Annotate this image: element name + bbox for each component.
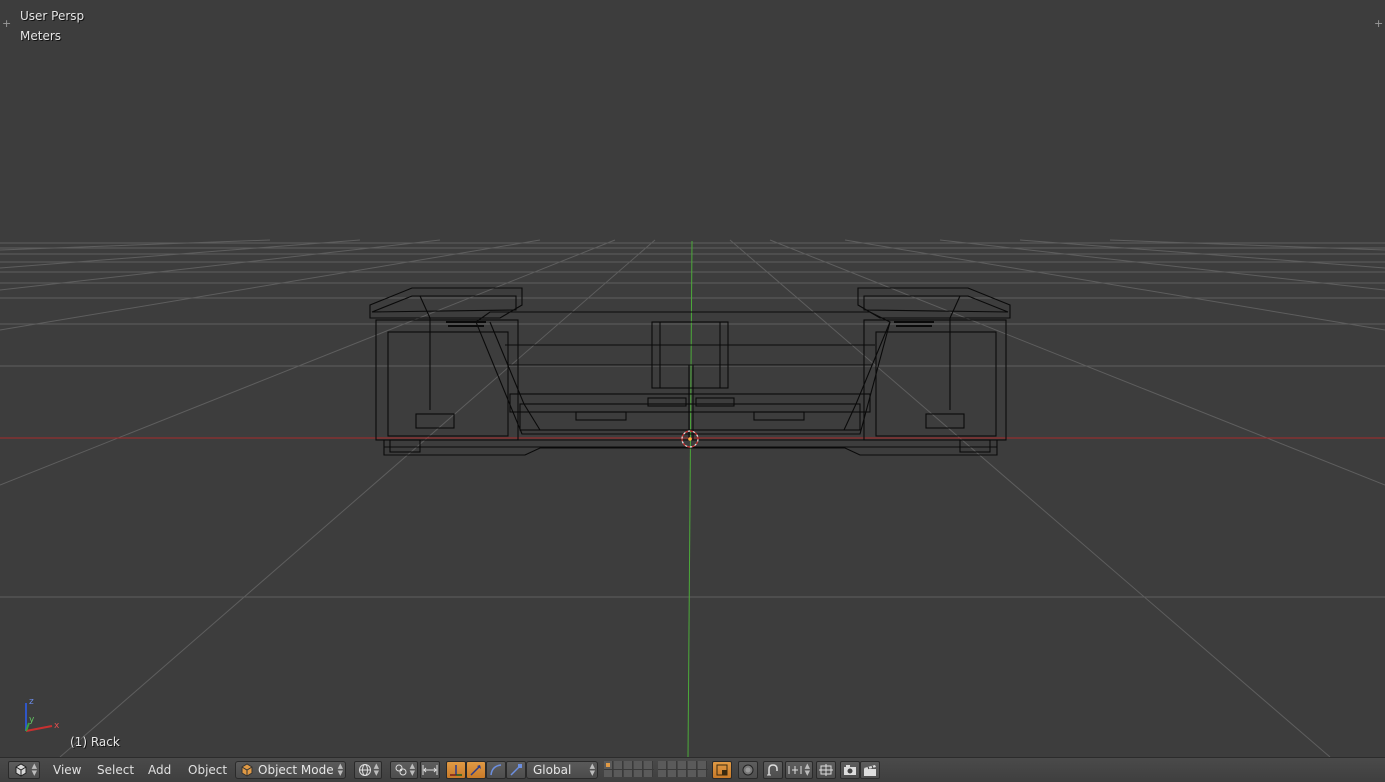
transform-orientation-value: Global [533, 763, 572, 777]
floor-grid [0, 239, 1385, 757]
viewport-header: ▲ ▼ View Select Add Object Object Mode ▲ ▼… [0, 757, 1385, 782]
render-opengl-icon [844, 765, 856, 775]
snap-element-button[interactable] [816, 761, 836, 779]
editor-type-button[interactable]: ▲ ▼ [8, 761, 40, 779]
rack-wireframe [369, 287, 1011, 456]
lock-camera-icon [716, 764, 728, 776]
snap-icon [767, 764, 778, 776]
manipulator-toggle-icon [422, 765, 438, 775]
y-axis-line [687, 240, 693, 757]
3d-viewport[interactable]: z y x User Persp Meters (1) Rack + + [0, 0, 1385, 757]
scale-manipulator-icon [510, 764, 522, 776]
axis-gizmo: z y x [25, 697, 60, 732]
render-animation-button[interactable] [860, 761, 880, 779]
area-split-plus-icon[interactable]: + [1374, 18, 1383, 29]
view-menu[interactable]: View [53, 762, 81, 779]
snap-element-icon [819, 764, 833, 776]
rotate-arc-button[interactable] [486, 761, 506, 779]
object-menu[interactable]: Object [188, 762, 227, 779]
editor-type-icon [15, 763, 27, 777]
render-opengl-button[interactable] [840, 761, 860, 779]
rotate-arc-icon [490, 764, 502, 776]
active-object-label: (1) Rack [70, 735, 120, 749]
rotate-manipulator-button[interactable] [466, 761, 486, 779]
area-split-plus-icon[interactable]: + [2, 18, 11, 29]
cube-icon [241, 763, 253, 777]
active-layer-dot-icon [606, 763, 610, 767]
axis-label-y: y [29, 715, 35, 725]
add-menu[interactable]: Add [148, 762, 171, 779]
mode-select-value: Object Mode [258, 763, 334, 777]
axis-label-x: x [54, 721, 60, 731]
rotate-manipulator-icon [470, 765, 481, 776]
viewport-shading-icon [359, 764, 371, 776]
translate-manipulator-button[interactable] [446, 761, 466, 779]
layers-divider [604, 769, 654, 770]
layers-divider [658, 769, 708, 770]
viewport-scene: z y x [0, 239, 1385, 757]
view-name-label: User Persp [20, 9, 85, 23]
mode-select[interactable]: Object Mode ▲ ▼ [235, 761, 346, 779]
proportional-edit-button[interactable] [738, 761, 758, 779]
layers-group-right [658, 761, 708, 779]
select-menu[interactable]: Select [97, 762, 134, 779]
snap-target-icon [788, 766, 802, 774]
lock-camera-button[interactable] [712, 761, 732, 779]
axis-label-z: z [29, 697, 34, 707]
render-animation-icon [864, 765, 876, 776]
layers-group-left [604, 761, 654, 779]
proportional-edit-icon [742, 764, 754, 776]
snap-target-button[interactable]: ▲ ▼ [785, 761, 813, 779]
viewport-shading-button[interactable]: ▲ ▼ [354, 761, 382, 779]
units-label: Meters [20, 29, 62, 43]
pivot-point-icon [395, 764, 407, 776]
translate-manipulator-icon [450, 765, 462, 776]
manipulator-toggle-button[interactable] [420, 761, 440, 779]
scale-manipulator-button[interactable] [506, 761, 526, 779]
transform-orientation-select[interactable]: Global ▲ ▼ [526, 761, 598, 779]
snap-button[interactable] [763, 761, 783, 779]
pivot-point-button[interactable]: ▲ ▼ [390, 761, 418, 779]
